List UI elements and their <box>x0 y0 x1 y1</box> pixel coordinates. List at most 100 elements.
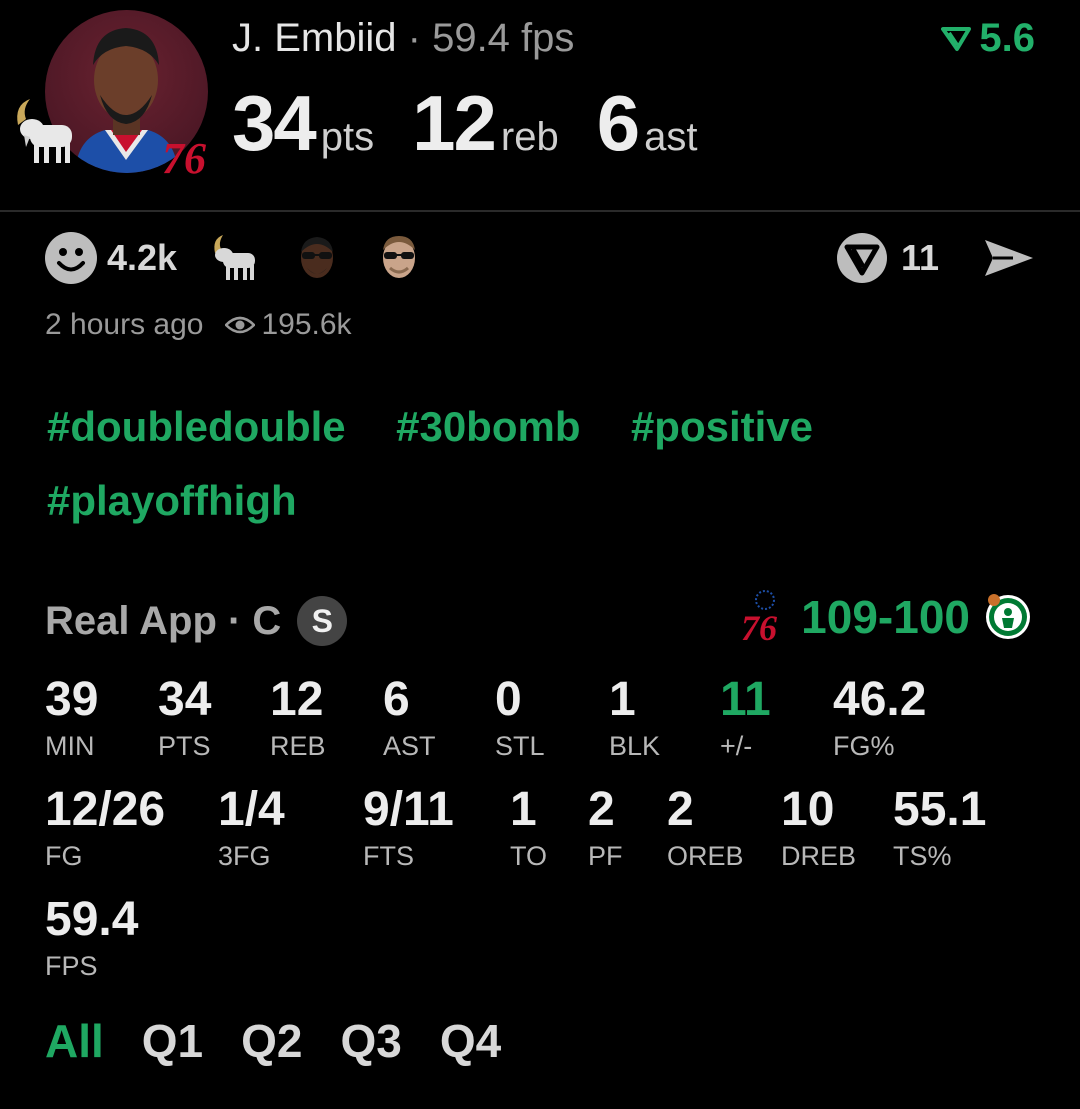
stat-value: 55.1 <box>893 783 987 836</box>
stat-value: 11 <box>720 673 771 726</box>
stat-label: FPS <box>45 951 98 981</box>
stat-cell-reb: 12 REB <box>270 672 326 762</box>
smile-reaction-icon[interactable] <box>45 232 97 284</box>
stat-label: STL <box>495 731 545 761</box>
stat-label: TS% <box>893 841 952 871</box>
post-meta: 2 hours ago 195.6k <box>45 308 352 342</box>
stat-label: BLK <box>609 731 661 761</box>
stat-value: 46.2 <box>833 673 927 726</box>
trend-down-icon <box>941 26 972 51</box>
divider <box>0 210 1080 212</box>
comment-icon[interactable] <box>835 231 889 285</box>
game-score[interactable]: 76 109-100 <box>741 590 1032 644</box>
stat-label: PF <box>588 841 623 871</box>
stat-value: 0 <box>495 673 522 726</box>
sunglasses-face-icon[interactable] <box>291 232 343 284</box>
headline-statline: 34 pts 12 reb 6 ast <box>232 78 735 169</box>
hashtag[interactable]: #30bomb <box>396 403 580 451</box>
pts-value: 34 <box>232 79 317 167</box>
stat-label: FG% <box>833 731 895 761</box>
stat-label: PTS <box>158 731 211 761</box>
share-send-icon[interactable] <box>983 236 1035 280</box>
stat-label: MIN <box>45 731 95 761</box>
goat-reaction-icon[interactable] <box>209 233 261 283</box>
stat-cell-ast: 6 AST <box>383 672 436 762</box>
tab-all[interactable]: All <box>45 1014 104 1068</box>
ast-unit: ast <box>644 115 698 159</box>
pts-unit: pts <box>320 115 375 159</box>
stat-cell-dreb: 10 DREB <box>781 782 856 872</box>
stat-cell-oreb: 2 OREB <box>667 782 744 872</box>
stat-cell-pts: 34 PTS <box>158 672 211 762</box>
hashtag[interactable]: #playoffhigh <box>47 477 297 525</box>
reactions-row: 4.2k <box>45 230 455 286</box>
stat-cell-to: 1 TO <box>510 782 547 872</box>
stat-value: 9/11 <box>363 783 454 836</box>
tab-q3[interactable]: Q3 <box>341 1014 402 1068</box>
reb-unit: reb <box>500 115 559 159</box>
stat-cell-fg-pct: 46.2 FG% <box>833 672 926 762</box>
76ers-logo: 76 <box>741 590 777 644</box>
stat-value: 2 <box>667 783 694 836</box>
source-label: Real App · C <box>45 598 282 643</box>
stat-cell-fg: 12/26 FG <box>45 782 165 872</box>
stat-label: FTS <box>363 841 414 871</box>
tab-q1[interactable]: Q1 <box>142 1014 203 1068</box>
post-actions: 11 <box>835 230 1035 286</box>
trend-value: 5.6 <box>979 16 1035 60</box>
stat-cell-plus-minus: 11 +/- <box>720 672 771 762</box>
reaction-count[interactable]: 4.2k <box>107 237 177 279</box>
stat-value: 2 <box>588 783 615 836</box>
hashtag[interactable]: #positive <box>631 403 813 451</box>
stat-cell-pf: 2 PF <box>588 782 623 872</box>
comment-count[interactable]: 11 <box>901 237 939 279</box>
76ers-logo: 76 <box>160 125 215 183</box>
player-name[interactable]: J. Embiid <box>232 16 397 60</box>
stat-label: OREB <box>667 841 744 871</box>
svg-text:76: 76 <box>162 134 206 180</box>
ast-value: 6 <box>596 79 640 167</box>
view-count: 195.6k <box>261 308 352 341</box>
stat-value: 34 <box>158 673 212 726</box>
player-fps: 59.4 fps <box>432 16 575 60</box>
quarter-tabs: All Q1 Q2 Q3 Q4 <box>45 1014 539 1068</box>
stat-label: AST <box>383 731 436 761</box>
stat-cell-fts: 9/11 FTS <box>363 782 454 872</box>
score-value: 109-100 <box>801 591 970 643</box>
goat-icon <box>10 95 80 170</box>
hashtag[interactable]: #doubledouble <box>47 403 346 451</box>
stat-value: 59.4 <box>45 893 139 946</box>
hashtag-list: #doubledouble #30bomb #positive #playoff… <box>47 403 1047 551</box>
stat-label: TO <box>510 841 548 871</box>
stat-cell-ts-pct: 55.1 TS% <box>893 782 986 872</box>
stat-cell-min: 39 MIN <box>45 672 98 762</box>
celtics-logo <box>986 594 1030 639</box>
stat-value: 6 <box>383 673 410 726</box>
game-source: Real App · C S <box>45 596 348 646</box>
tab-q2[interactable]: Q2 <box>241 1014 302 1068</box>
stat-cell-fps: 59.4 FPS <box>45 892 138 982</box>
stat-value: 1/4 <box>218 783 285 836</box>
stat-value: 1 <box>609 673 636 726</box>
stat-cell-stl: 0 STL <box>495 672 545 762</box>
stat-value: 10 <box>781 783 835 836</box>
stat-value: 12/26 <box>45 783 166 836</box>
stat-label: +/- <box>720 731 753 761</box>
stat-value: 1 <box>510 783 537 836</box>
player-name-line[interactable]: J. Embiid · 59.4 fps <box>232 16 574 61</box>
stat-label: REB <box>270 731 326 761</box>
time-ago: 2 hours ago <box>45 308 204 341</box>
trend-indicator: 5.6 <box>941 16 1035 61</box>
svg-text:76: 76 <box>741 608 777 644</box>
stat-value: 12 <box>270 673 324 726</box>
stat-label: DREB <box>781 841 857 871</box>
eye-icon <box>225 316 256 334</box>
separator: · <box>407 16 421 60</box>
starter-badge: S <box>297 596 348 646</box>
stat-value: 39 <box>45 673 99 726</box>
stat-cell-3fg: 1/4 3FG <box>218 782 285 872</box>
sunglasses-face-icon-2[interactable] <box>373 232 425 284</box>
tab-q4[interactable]: Q4 <box>440 1014 501 1068</box>
stat-label: 3FG <box>218 841 271 871</box>
stat-cell-blk: 1 BLK <box>609 672 660 762</box>
